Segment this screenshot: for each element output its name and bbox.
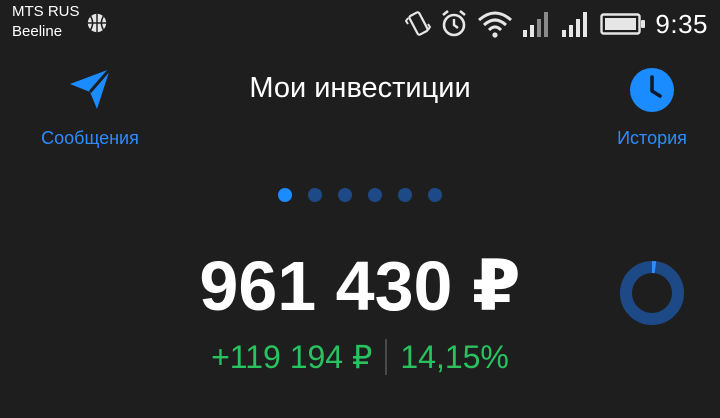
change-percent: 14,15%: [400, 338, 509, 375]
carrier-info: MTS RUS Beeline: [12, 2, 80, 42]
status-bar: MTS RUS Beeline 9:35: [0, 0, 720, 48]
history-label: История: [617, 128, 687, 148]
portfolio-change: +119 194 ₽ 14,15%: [140, 338, 580, 376]
messages-button[interactable]: Сообщения: [18, 64, 162, 149]
carrier-1: MTS RUS: [12, 3, 80, 20]
portfolio-balance: 961 430 ₽: [199, 247, 521, 325]
page-dot-4[interactable]: [368, 188, 382, 202]
change-divider: [385, 339, 388, 375]
carrier-2: Beeline: [12, 23, 63, 40]
page-title: Мои инвестиции: [249, 72, 471, 104]
status-time: 9:35: [655, 8, 708, 39]
change-amount: +119 194 ₽: [211, 339, 373, 375]
wifi-icon: [478, 11, 513, 38]
donut-chart-icon[interactable]: [618, 259, 686, 327]
signal-icon: [562, 12, 588, 37]
vibrate-icon: [405, 11, 432, 36]
page-dot-5[interactable]: [398, 188, 412, 202]
page-dot-3[interactable]: [338, 188, 352, 202]
page-dot-6[interactable]: [428, 188, 442, 202]
messages-label: Сообщения: [41, 128, 139, 148]
page-indicator: [278, 188, 458, 202]
basketball-icon: [87, 13, 107, 33]
alarm-icon: [442, 9, 467, 37]
page-dot-2[interactable]: [308, 188, 322, 202]
clock-icon: [630, 68, 674, 112]
battery-icon: [600, 13, 646, 35]
send-icon: [70, 68, 112, 109]
page-dot-1[interactable]: [278, 188, 292, 202]
status-icons: 9:35: [396, 6, 708, 42]
signal-icon: [523, 12, 549, 37]
history-button[interactable]: История: [582, 64, 720, 149]
